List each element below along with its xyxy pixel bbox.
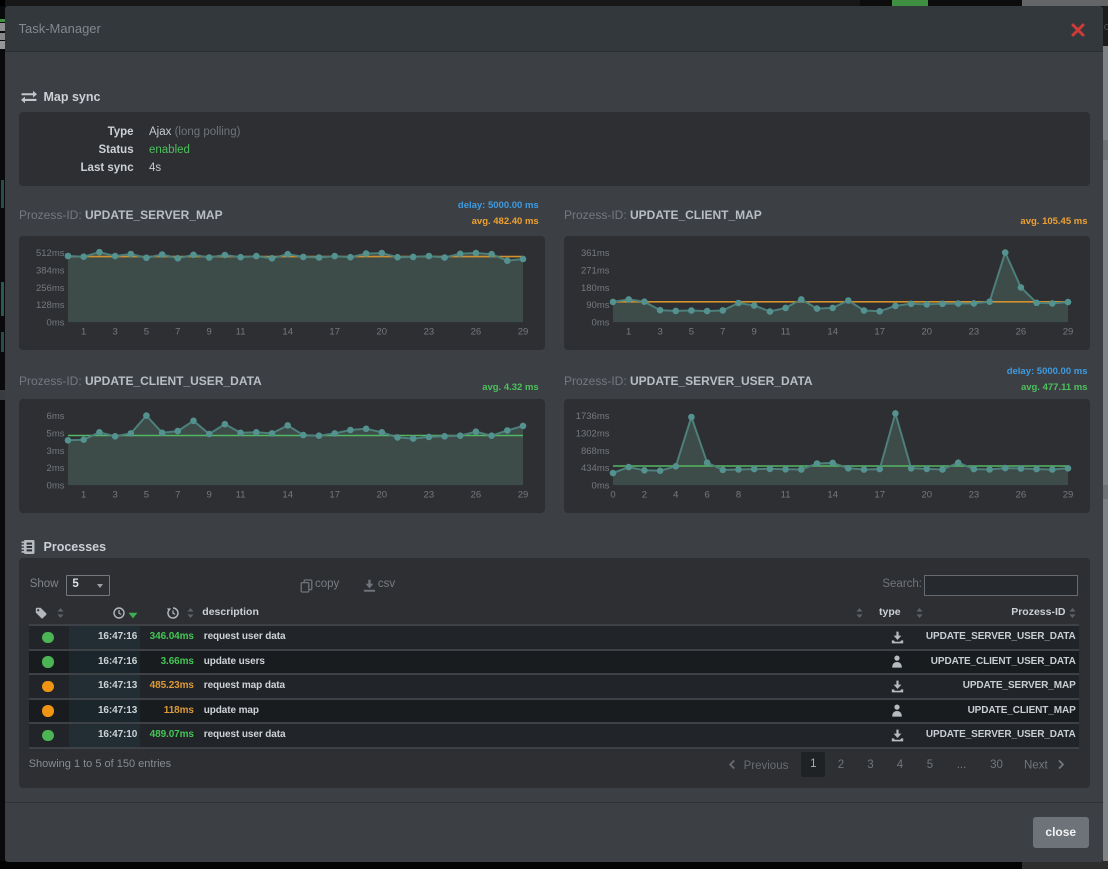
svg-text:11: 11	[781, 326, 791, 337]
svg-text:256ms: 256ms	[36, 282, 65, 293]
svg-text:14: 14	[283, 489, 294, 500]
svg-text:0ms: 0ms	[47, 317, 65, 328]
svg-text:7: 7	[720, 326, 725, 337]
svg-text:29: 29	[1063, 326, 1074, 337]
svg-text:17: 17	[330, 326, 341, 337]
svg-text:23: 23	[969, 326, 980, 337]
svg-text:90ms: 90ms	[586, 300, 609, 311]
svg-text:361ms: 361ms	[581, 248, 610, 259]
svg-text:6: 6	[704, 489, 709, 500]
svg-text:0: 0	[610, 489, 615, 500]
svg-text:23: 23	[424, 326, 435, 337]
svg-text:7: 7	[175, 326, 180, 337]
svg-text:5: 5	[689, 326, 694, 337]
svg-text:26: 26	[471, 489, 482, 500]
svg-text:5: 5	[144, 489, 149, 500]
svg-text:26: 26	[1016, 326, 1027, 337]
svg-text:17: 17	[874, 326, 885, 337]
svg-text:14: 14	[827, 326, 838, 337]
svg-text:29: 29	[1063, 489, 1074, 500]
svg-text:2: 2	[642, 489, 647, 500]
svg-text:20: 20	[377, 326, 388, 337]
svg-text:1302ms: 1302ms	[576, 428, 610, 439]
svg-text:3ms: 3ms	[47, 445, 65, 456]
svg-text:1: 1	[81, 326, 86, 337]
svg-text:6ms: 6ms	[47, 411, 65, 422]
svg-text:0ms: 0ms	[592, 480, 610, 491]
svg-text:271ms: 271ms	[581, 265, 610, 276]
svg-text:3: 3	[657, 326, 662, 337]
svg-text:20: 20	[377, 489, 388, 500]
svg-text:512ms: 512ms	[36, 248, 65, 259]
svg-text:26: 26	[471, 326, 482, 337]
svg-text:14: 14	[827, 489, 838, 500]
svg-text:1736ms: 1736ms	[576, 411, 610, 422]
svg-text:180ms: 180ms	[581, 282, 610, 293]
svg-text:20: 20	[922, 326, 933, 337]
svg-text:2ms: 2ms	[47, 463, 65, 474]
svg-text:8: 8	[736, 489, 741, 500]
svg-text:1: 1	[81, 489, 86, 500]
svg-text:20: 20	[922, 489, 933, 500]
svg-text:0ms: 0ms	[47, 480, 65, 491]
svg-text:5ms: 5ms	[47, 428, 65, 439]
svg-text:9: 9	[752, 326, 757, 337]
svg-text:11: 11	[781, 489, 791, 500]
svg-text:1: 1	[626, 326, 631, 337]
svg-text:17: 17	[330, 489, 341, 500]
svg-text:26: 26	[1016, 489, 1027, 500]
svg-text:9: 9	[207, 489, 212, 500]
svg-text:11: 11	[236, 326, 246, 337]
svg-text:29: 29	[518, 489, 529, 500]
svg-text:17: 17	[874, 489, 885, 500]
svg-text:29: 29	[518, 326, 529, 337]
svg-text:7: 7	[175, 489, 180, 500]
svg-text:5: 5	[144, 326, 149, 337]
svg-text:11: 11	[236, 489, 246, 500]
svg-text:128ms: 128ms	[36, 300, 65, 311]
svg-text:868ms: 868ms	[581, 445, 610, 456]
svg-text:434ms: 434ms	[581, 463, 610, 474]
svg-text:4: 4	[673, 489, 678, 500]
svg-text:23: 23	[424, 489, 435, 500]
svg-text:9: 9	[207, 326, 212, 337]
svg-text:0ms: 0ms	[592, 317, 610, 328]
svg-text:14: 14	[283, 326, 294, 337]
svg-text:3: 3	[113, 489, 118, 500]
svg-text:23: 23	[969, 489, 980, 500]
svg-text:3: 3	[113, 326, 118, 337]
svg-text:384ms: 384ms	[36, 265, 65, 276]
